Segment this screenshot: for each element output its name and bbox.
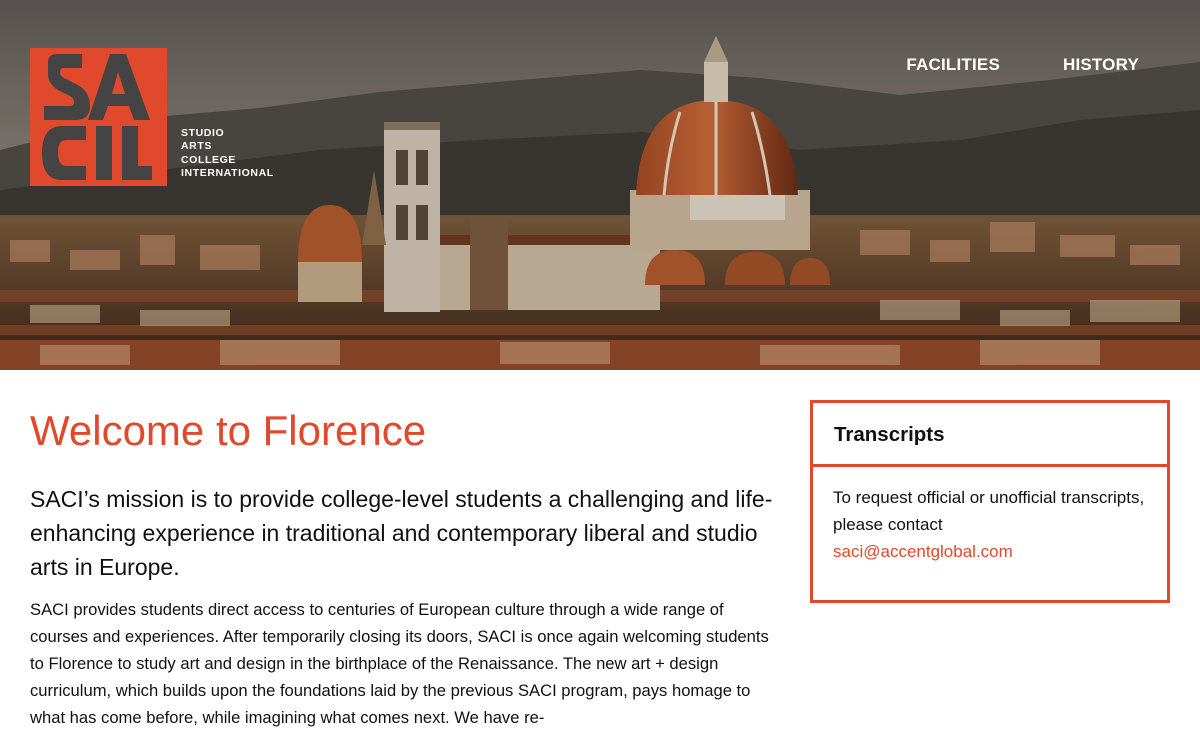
logo-tagline-line: INTERNATIONAL <box>181 166 274 179</box>
transcripts-body: To request official or unofficial transc… <box>813 467 1167 565</box>
logo-tagline-line: ARTS <box>181 140 212 153</box>
main-content: Welcome to Florence SACI’s mission is to… <box>30 405 782 731</box>
intro-paragraph: SACI provides students direct access to … <box>30 600 769 727</box>
logo-tagline: STUDIO ARTS COLLEGE INTERNATIONAL <box>181 127 274 180</box>
hero-image <box>0 0 1200 370</box>
saci-logo[interactable] <box>30 48 167 186</box>
nav-link-history[interactable]: HISTORY <box>1063 55 1139 75</box>
transcripts-email-link[interactable]: saci@accentglobal.com <box>833 538 1167 565</box>
nav-link-facilities[interactable]: FACILITIES <box>906 55 1000 75</box>
logo-tagline-line: COLLEGE <box>181 153 236 166</box>
mission-statement: SACI’s mission is to provide college-lev… <box>30 486 773 580</box>
transcripts-title: Transcripts <box>813 403 1167 467</box>
transcripts-text: To request official or unofficial transc… <box>833 488 1145 534</box>
transcripts-card: Transcripts To request official or unoff… <box>810 400 1170 603</box>
hero-banner: STUDIO ARTS COLLEGE INTERNATIONAL FACILI… <box>0 0 1200 370</box>
logo-tagline-line: STUDIO <box>181 127 225 139</box>
page-title: Welcome to Florence <box>30 407 427 454</box>
